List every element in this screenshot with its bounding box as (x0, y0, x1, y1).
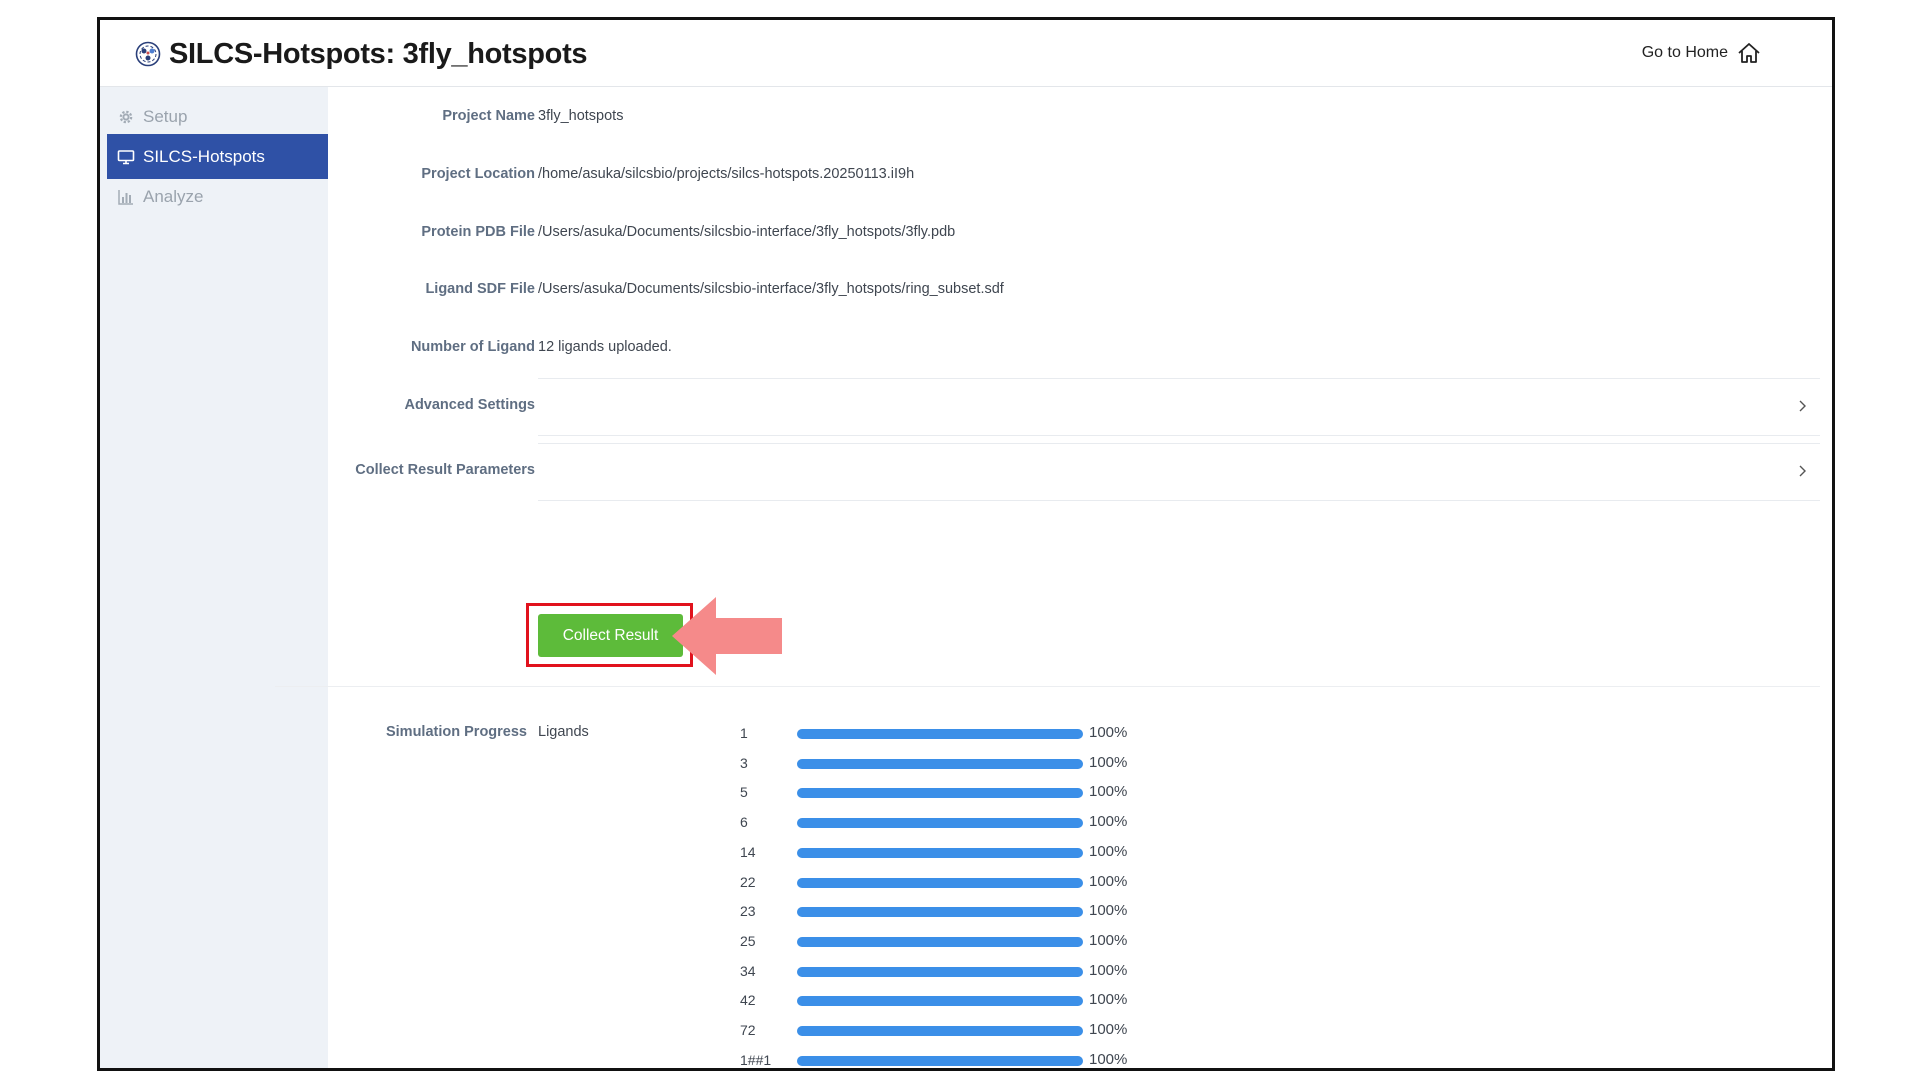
progress-percent: 100% (1089, 902, 1128, 920)
progress-bar-fill (797, 847, 1083, 858)
protein-pdb-value: /Users/asuka/Documents/silcsbio-interfac… (538, 224, 956, 240)
advanced-settings-label: Advanced Settings (404, 397, 535, 413)
page-title: SILCS-Hotspots: 3fly_hotspots (169, 38, 588, 70)
progress-bar-fill (797, 936, 1083, 947)
chevron-right-icon (1799, 465, 1806, 477)
progress-percent: 100% (1089, 931, 1128, 949)
progress-bar-fill (797, 966, 1083, 977)
ligand-id: 72 (740, 1022, 756, 1038)
progress-percent: 100% (1089, 783, 1128, 801)
sidebar-item-label: Analyze (143, 186, 204, 206)
progress-percent: 100% (1089, 724, 1128, 741)
progress-bar (797, 818, 1083, 829)
main-content: Project Name 3fly_hotspots Project Locat… (328, 87, 1832, 1068)
advanced-settings-toggle[interactable] (538, 378, 1820, 436)
simulation-progress-label: Simulation Progress (385, 724, 527, 740)
progress-bar-fill (797, 1026, 1083, 1036)
home-icon (1738, 43, 1760, 63)
progress-bar (797, 1026, 1083, 1036)
progress-percent: 100% (1089, 813, 1128, 831)
ligand-id: 3 (740, 754, 748, 771)
progress-percent: 100% (1089, 842, 1128, 860)
progress-bar-fill (797, 758, 1083, 769)
app-logo-icon (135, 41, 161, 67)
project-name-label: Project Name (442, 108, 535, 124)
divider (275, 686, 1820, 687)
annotation-arrow-icon (672, 597, 782, 675)
collect-result-parameters-toggle[interactable] (538, 443, 1820, 501)
ligand-sdf-label: Ligand SDF File (425, 281, 535, 297)
project-name-value: 3fly_hotspots (538, 108, 624, 124)
sidebar-item-setup[interactable]: Setup (107, 94, 328, 139)
progress-bar (797, 1055, 1083, 1066)
ligand-id: 34 (740, 962, 756, 979)
progress-percent: 100% (1089, 872, 1128, 890)
ligand-id: 23 (740, 903, 756, 920)
progress-percent: 100% (1089, 753, 1128, 771)
ligand-id: 14 (740, 843, 756, 860)
progress-bar (797, 996, 1083, 1007)
number-of-ligand-label: Number of Ligand (410, 339, 535, 355)
chevron-right-icon (1799, 400, 1806, 412)
progress-bar (797, 847, 1083, 858)
progress-percent: 100% (1089, 1050, 1128, 1068)
collect-result-parameters-label: Collect Result Parameters (355, 462, 535, 478)
sidebar-item-label: SILCS-Hotspots (143, 146, 265, 166)
ligand-id: 42 (740, 992, 756, 1009)
progress-bar (797, 936, 1083, 947)
progress-bar (797, 729, 1083, 739)
ligands-column-label: Ligands (538, 724, 589, 740)
gear-icon (119, 110, 133, 123)
ligand-id: 6 (740, 814, 748, 831)
progress-bar-fill (797, 788, 1083, 799)
ligand-id: 1 (740, 725, 748, 741)
progress-bar-fill (797, 996, 1083, 1007)
header: SILCS-Hotspots: 3fly_hotspots Go to Home (100, 20, 1832, 87)
progress-bar (797, 966, 1083, 977)
progress-bar-fill (797, 877, 1083, 888)
progress-percent: 100% (1089, 991, 1128, 1009)
progress-percent: 100% (1089, 1021, 1128, 1038)
go-home-button[interactable]: Go to Home (1642, 40, 1762, 66)
progress-bar (797, 758, 1083, 769)
ligand-id: 1##1 (740, 1051, 772, 1068)
progress-bar (797, 788, 1083, 799)
sidebar-item-label: Setup (143, 106, 188, 126)
sidebar-item-silcs-hotspots[interactable]: SILCS-Hotspots (107, 134, 328, 179)
protein-pdb-label: Protein PDB File (421, 224, 535, 240)
app-window: SILCS-Hotspots: 3fly_hotspots Go to Home… (97, 17, 1835, 1071)
go-home-label: Go to Home (1641, 44, 1728, 61)
progress-bar-fill (797, 907, 1083, 918)
progress-percent: 100% (1089, 961, 1128, 979)
project-location-value: /home/asuka/silcsbio/projects/silcs-hots… (538, 166, 915, 182)
progress-bar-fill (797, 818, 1083, 829)
project-location-label: Project Location (421, 166, 535, 182)
ligand-id: 25 (740, 932, 756, 949)
ligand-id: 22 (740, 873, 756, 890)
collect-result-button[interactable]: Collect Result (538, 614, 683, 657)
sidebar-item-analyze[interactable]: Analyze (107, 174, 328, 219)
number-of-ligand-value: 12 ligands uploaded. (538, 339, 672, 355)
progress-bar-fill (797, 1055, 1083, 1066)
bar-chart-icon (118, 189, 133, 205)
ligand-id: 5 (740, 784, 748, 801)
sidebar: Setup SILCS-Hotspots Analyze (100, 87, 328, 1068)
progress-bar (797, 907, 1083, 918)
progress-bar (797, 877, 1083, 888)
progress-bar-fill (797, 729, 1083, 739)
ligand-sdf-value: /Users/asuka/Documents/silcsbio-interfac… (538, 281, 1004, 297)
monitor-icon (117, 149, 135, 164)
